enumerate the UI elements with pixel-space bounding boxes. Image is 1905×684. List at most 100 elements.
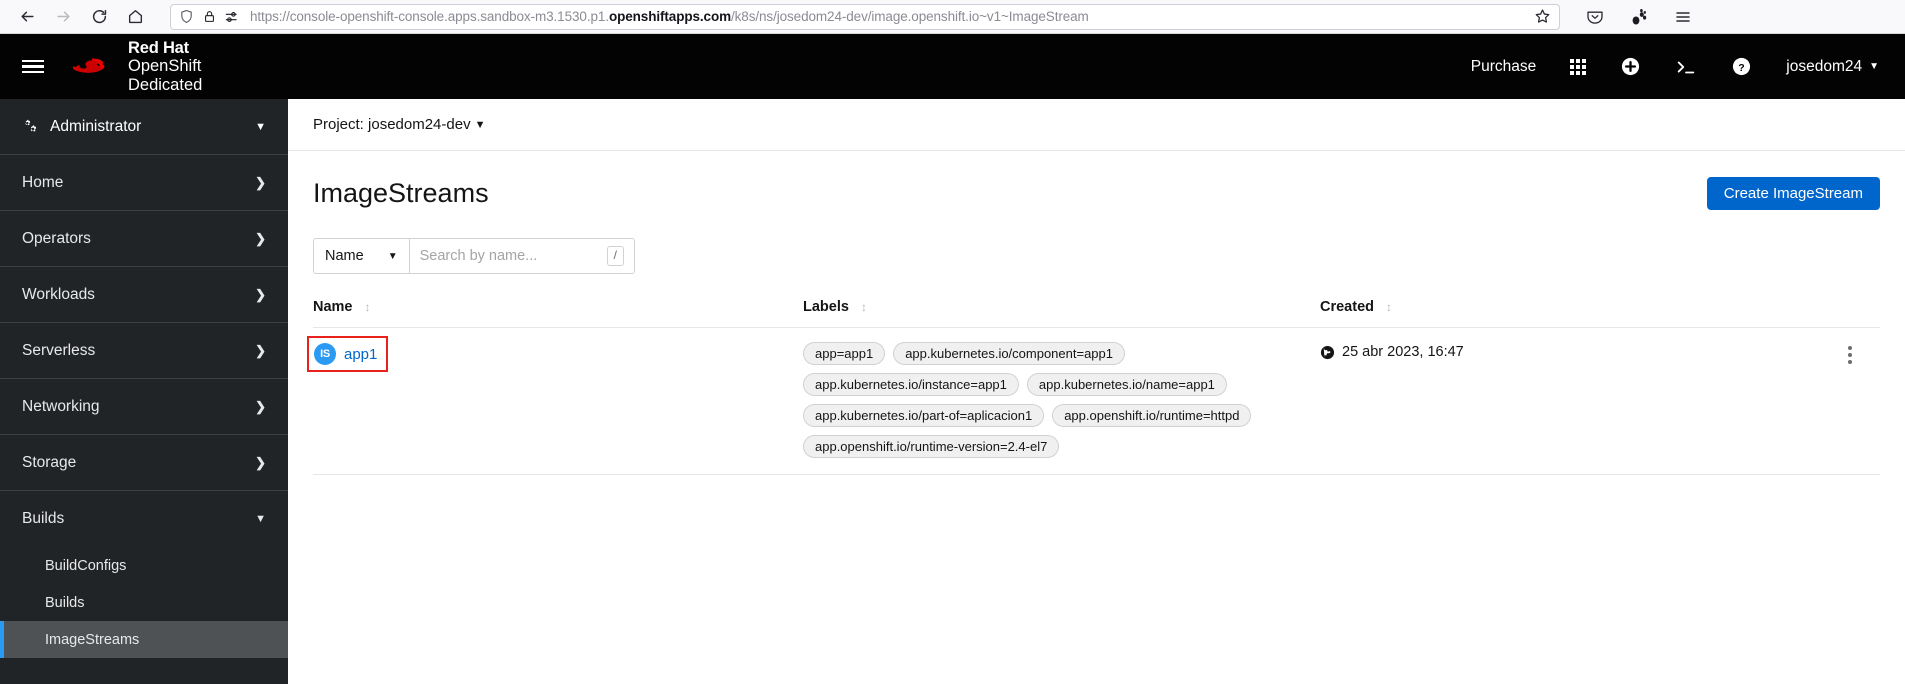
table-header-row: Name ↕ Labels ↕ Created ↕ xyxy=(313,299,1880,328)
sidebar-item-workloads[interactable]: Workloads ❯ xyxy=(0,267,288,323)
column-header-created[interactable]: Created ↕ xyxy=(1320,299,1820,315)
label-chip[interactable]: app.openshift.io/runtime=httpd xyxy=(1052,404,1252,427)
filter-group: Name ▼ / xyxy=(313,238,635,274)
url-prefix: https://console-openshift-console.apps.s… xyxy=(250,9,609,24)
sidebar-item-label: Operators xyxy=(22,229,91,247)
sidebar-item-storage[interactable]: Storage ❯ xyxy=(0,435,288,491)
gears-icon xyxy=(25,119,37,132)
column-header-label: Labels xyxy=(803,299,849,315)
imagestream-badge-icon: IS xyxy=(314,343,336,365)
chevron-down-icon: ▼ xyxy=(1869,61,1879,72)
brand-line-redhat: Red Hat xyxy=(128,38,189,57)
filter-type-dropdown[interactable]: Name ▼ xyxy=(314,239,410,273)
create-imagestream-button[interactable]: Create ImageStream xyxy=(1706,177,1880,210)
sort-icon: ↕ xyxy=(1386,300,1392,314)
quick-create-button[interactable] xyxy=(1603,34,1658,99)
table-row: IS app1 app=app1 app.kubernetes.io/compo… xyxy=(307,328,1880,475)
back-button[interactable] xyxy=(10,2,44,32)
help-circle-icon: ? xyxy=(1733,57,1751,76)
forward-button[interactable] xyxy=(46,2,80,32)
column-header-labels[interactable]: Labels ↕ xyxy=(803,299,1320,315)
terminal-icon xyxy=(1678,61,1695,73)
user-menu-label: josedom24 xyxy=(1786,57,1863,75)
hamburger-nav-toggle xyxy=(22,57,44,77)
search-shortcut-badge: / xyxy=(606,246,624,266)
column-header-name[interactable]: Name ↕ xyxy=(313,299,803,315)
sidebar-item-networking[interactable]: Networking ❯ xyxy=(0,379,288,435)
chevron-down-icon: ▼ xyxy=(255,120,266,133)
label-chip[interactable]: app=app1 xyxy=(803,342,886,365)
project-selector[interactable]: Project: josedom24-dev ▼ xyxy=(313,116,485,133)
search-input[interactable] xyxy=(419,248,607,264)
red-hat-fedora-icon xyxy=(73,58,105,73)
sort-icon: ↕ xyxy=(364,300,371,314)
cloud-shell-button[interactable] xyxy=(1658,34,1714,99)
imagestream-link-app1[interactable]: app1 xyxy=(344,346,377,363)
sidebar-item-label: Home xyxy=(22,173,64,191)
sidebar-navigation: Administrator ▼ Home ❯ Operators ❯ Workl… xyxy=(0,99,288,684)
back-arrow-icon xyxy=(20,11,34,22)
kebab-menu-icon[interactable] xyxy=(1848,342,1852,364)
highlight-box-app1: IS app1 xyxy=(307,336,389,372)
brand-text: Red Hat OpenShift Dedicated xyxy=(128,39,202,94)
column-header-actions xyxy=(1820,299,1880,315)
nav-toggle-button[interactable] xyxy=(0,34,66,99)
sidebar-item-builds[interactable]: Builds ▼ xyxy=(0,491,288,547)
star-icon[interactable] xyxy=(1534,8,1551,25)
page-body: Administrator ▼ Home ❯ Operators ❯ Workl… xyxy=(0,99,1905,684)
extension-button[interactable] xyxy=(1624,2,1654,32)
label-chip[interactable]: app.openshift.io/runtime-version=2.4-el7 xyxy=(803,435,1060,458)
pocket-button[interactable] xyxy=(1580,2,1610,32)
app-menu-button[interactable] xyxy=(1668,2,1698,32)
label-chip[interactable]: app.kubernetes.io/instance=app1 xyxy=(803,373,1019,396)
sidebar-item-label: Serverless xyxy=(22,341,96,359)
reload-button[interactable] xyxy=(82,2,116,32)
list-toolbar: Name ▼ / xyxy=(288,216,1905,274)
permissions-icon xyxy=(225,11,237,22)
user-menu-button[interactable]: josedom24 ▼ xyxy=(1769,34,1883,99)
sidebar-item-home[interactable]: Home ❯ xyxy=(0,155,288,211)
label-chip[interactable]: app.kubernetes.io/component=app1 xyxy=(893,342,1125,365)
chevron-right-icon: ❯ xyxy=(255,230,266,246)
extension-icon xyxy=(1632,8,1647,24)
sidebar-item-operators[interactable]: Operators ❯ xyxy=(0,211,288,267)
label-chip-list: app=app1 app.kubernetes.io/component=app… xyxy=(803,342,1263,458)
label-chip[interactable]: app.kubernetes.io/part-of=aplicacion1 xyxy=(803,404,1045,427)
chevron-right-icon: ❯ xyxy=(255,342,266,358)
grid-apps-icon xyxy=(1570,58,1587,75)
help-button[interactable]: ? xyxy=(1714,34,1769,99)
filter-type-label: Name xyxy=(325,248,364,264)
reload-icon xyxy=(92,10,106,24)
chevron-right-icon: ❯ xyxy=(255,454,266,470)
masthead-actions: Purchase ? josedom24 ▼ xyxy=(1454,34,1883,99)
url-text: https://console-openshift-console.apps.s… xyxy=(250,9,1525,24)
hamburger-menu-icon xyxy=(1676,11,1690,22)
project-selector-bar: Project: josedom24-dev ▼ xyxy=(288,99,1905,151)
application-launcher-button[interactable] xyxy=(1553,34,1603,99)
sidebar-item-buildconfigs[interactable]: BuildConfigs xyxy=(0,547,288,584)
shield-icon xyxy=(181,9,192,24)
main-content: Project: josedom24-dev ▼ ImageStreams Cr… xyxy=(288,99,1905,684)
cell-actions xyxy=(1820,342,1880,364)
sidebar-item-label: Builds xyxy=(22,510,65,527)
sidebar-item-builds-list[interactable]: Builds xyxy=(0,584,288,621)
perspective-switcher[interactable]: Administrator ▼ xyxy=(0,99,288,155)
perspective-label: Administrator xyxy=(50,117,142,135)
sidebar-subitem-label: BuildConfigs xyxy=(45,557,127,574)
imagestreams-table: Name ↕ Labels ↕ Created ↕ IS app1 app=ap… xyxy=(288,299,1905,475)
sidebar-subitem-label: Builds xyxy=(45,594,85,611)
sidebar-item-serverless[interactable]: Serverless ❯ xyxy=(0,323,288,379)
address-bar[interactable]: https://console-openshift-console.apps.s… xyxy=(170,3,1560,30)
sidebar-item-label: Workloads xyxy=(22,285,95,303)
column-header-label: Created xyxy=(1320,299,1374,315)
pocket-icon xyxy=(1587,11,1603,24)
chevron-down-icon: ▼ xyxy=(474,118,486,131)
label-chip[interactable]: app.kubernetes.io/name=app1 xyxy=(1026,373,1227,396)
brand-logo[interactable]: Red Hat OpenShift Dedicated xyxy=(66,39,202,94)
purchase-link[interactable]: Purchase xyxy=(1454,34,1553,99)
sidebar-item-imagestreams[interactable]: ImageStreams xyxy=(0,621,288,658)
search-field-wrapper: / xyxy=(409,239,634,273)
cell-name: IS app1 xyxy=(307,336,803,372)
home-button[interactable] xyxy=(118,2,152,32)
project-label: Project: josedom24-dev xyxy=(313,116,471,133)
